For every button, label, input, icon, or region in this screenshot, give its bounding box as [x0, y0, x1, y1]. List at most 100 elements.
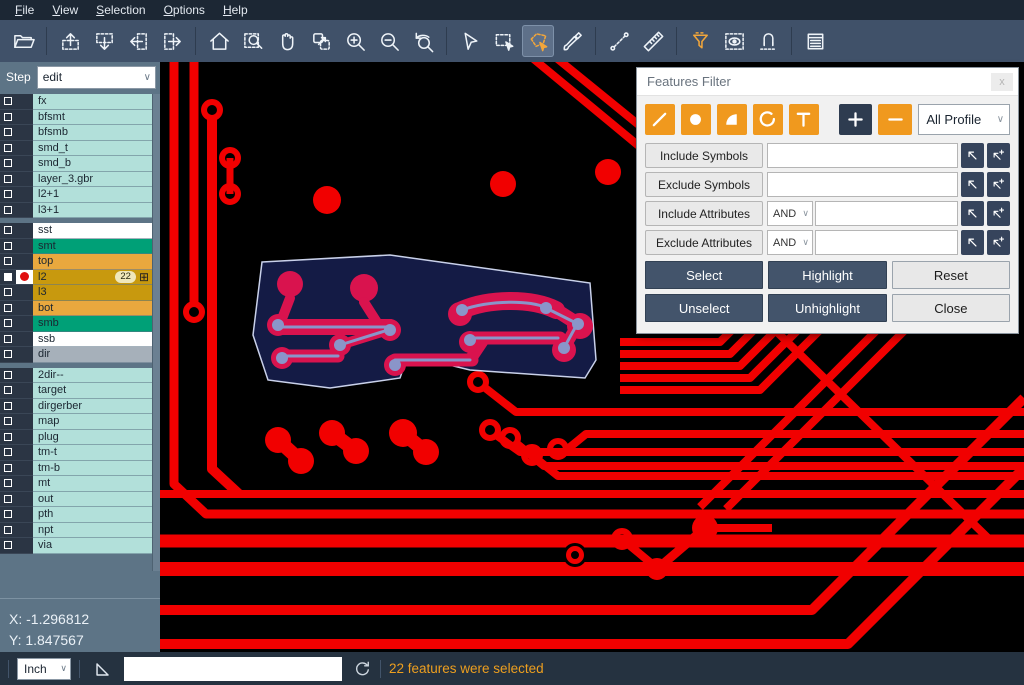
layer-visibility-cell[interactable]: [0, 254, 16, 270]
layer-visibility-cell[interactable]: [0, 203, 16, 219]
select-rect-button[interactable]: [488, 25, 520, 57]
layer-checkbox[interactable]: [4, 128, 12, 136]
select-button[interactable]: Select: [645, 261, 763, 289]
filter-value-input[interactable]: [767, 172, 958, 197]
zoom-home-button[interactable]: [203, 25, 235, 57]
pick-add-from-canvas-button[interactable]: [987, 172, 1010, 197]
pick-from-canvas-button[interactable]: [961, 172, 984, 197]
layer-checkbox[interactable]: [4, 417, 12, 425]
layer-checkbox[interactable]: [4, 288, 12, 296]
layer-name-chip[interactable]: smb: [33, 316, 152, 332]
layer-visibility-cell[interactable]: [0, 316, 16, 332]
layer-checkbox[interactable]: [4, 113, 12, 121]
layer-checkbox[interactable]: [4, 433, 12, 441]
pick-from-canvas-button[interactable]: [961, 201, 984, 226]
pan-left-button[interactable]: [122, 25, 154, 57]
layer-visibility-cell[interactable]: [0, 414, 16, 430]
snap-button[interactable]: [752, 25, 784, 57]
layer-list-scrollbar[interactable]: [152, 94, 160, 571]
layer-name-chip[interactable]: ssb: [33, 332, 152, 348]
layer-active-cell[interactable]: [16, 316, 33, 332]
selection-region[interactable]: [253, 255, 596, 388]
layer-visibility-cell[interactable]: [0, 285, 16, 301]
unselect-button[interactable]: Unselect: [645, 294, 763, 322]
pan-up-button[interactable]: [54, 25, 86, 57]
layer-name-chip[interactable]: sst: [33, 223, 152, 239]
filter-value-input[interactable]: [815, 230, 958, 255]
layer-checkbox[interactable]: [4, 226, 12, 234]
layer-visibility-cell[interactable]: [0, 430, 16, 446]
highlight-button[interactable]: Highlight: [768, 261, 886, 289]
pick-from-canvas-button[interactable]: [961, 230, 984, 255]
dialog-titlebar[interactable]: Features Filter x: [637, 68, 1018, 96]
layer-name-chip[interactable]: l3: [33, 285, 152, 301]
layer-name-chip[interactable]: smt: [33, 239, 152, 255]
pick-from-canvas-button[interactable]: [961, 143, 984, 168]
step-select[interactable]: edit ∨: [37, 66, 156, 89]
layer-active-cell[interactable]: [16, 141, 33, 157]
layer-active-cell[interactable]: [16, 347, 33, 363]
layer-visibility-cell[interactable]: [0, 301, 16, 317]
close-button[interactable]: Close: [892, 294, 1010, 322]
layer-checkbox[interactable]: [4, 479, 12, 487]
command-input[interactable]: [124, 657, 342, 681]
layer-visibility-cell[interactable]: [0, 399, 16, 415]
layer-name-chip[interactable]: target: [33, 383, 152, 399]
layer-active-cell[interactable]: [16, 430, 33, 446]
layer-name-chip[interactable]: 2dir--: [33, 368, 152, 384]
layer-checkbox[interactable]: [4, 144, 12, 152]
feature-type-surface-button[interactable]: [717, 104, 747, 135]
layer-checkbox[interactable]: [4, 371, 12, 379]
pan-down-button[interactable]: [88, 25, 120, 57]
refresh-icon[interactable]: [352, 659, 372, 679]
layer-checkbox[interactable]: [4, 510, 12, 518]
menu-help[interactable]: Help: [214, 1, 257, 19]
menu-view[interactable]: View: [43, 1, 87, 19]
layer-checkbox[interactable]: [4, 206, 12, 214]
layer-visibility-cell[interactable]: [0, 461, 16, 477]
select-brush-button[interactable]: [556, 25, 588, 57]
layer-visibility-cell[interactable]: [0, 492, 16, 508]
menu-selection[interactable]: Selection: [87, 1, 154, 19]
layer-active-cell[interactable]: [16, 332, 33, 348]
filter-value-input[interactable]: [767, 143, 958, 168]
layer-visibility-cell[interactable]: [0, 110, 16, 126]
layers-panel-button[interactable]: [799, 25, 831, 57]
layer-visibility-cell[interactable]: [0, 332, 16, 348]
layer-visibility-cell[interactable]: [0, 538, 16, 554]
layer-name-chip[interactable]: l222⊞: [33, 270, 152, 286]
select-polygon-button[interactable]: [522, 25, 554, 57]
layer-visibility-cell[interactable]: [0, 172, 16, 188]
layer-active-cell[interactable]: [16, 172, 33, 188]
layer-name-chip[interactable]: layer_3.gbr: [33, 172, 152, 188]
feature-type-line-button[interactable]: [645, 104, 675, 135]
layer-checkbox[interactable]: [4, 319, 12, 327]
layer-active-cell[interactable]: [16, 492, 33, 508]
layer-active-cell[interactable]: [16, 538, 33, 554]
features-filter-button[interactable]: [684, 25, 716, 57]
include-attributes-button[interactable]: Include Attributes: [645, 201, 763, 226]
layer-visibility-cell[interactable]: [0, 94, 16, 110]
layer-visibility-cell[interactable]: [0, 383, 16, 399]
layer-visibility-cell[interactable]: [0, 141, 16, 157]
include-symbols-button[interactable]: Include Symbols: [645, 143, 763, 168]
open-file-button[interactable]: [7, 25, 39, 57]
zoom-in-button[interactable]: [339, 25, 371, 57]
layer-checkbox[interactable]: [4, 304, 12, 312]
feature-type-pad-button[interactable]: [681, 104, 711, 135]
layer-name-chip[interactable]: smd_t: [33, 141, 152, 157]
layer-visibility-cell[interactable]: [0, 507, 16, 523]
layer-checkbox[interactable]: [4, 541, 12, 549]
layer-checkbox[interactable]: [4, 526, 12, 534]
profile-select[interactable]: All Profile∨: [918, 104, 1010, 135]
zoom-window-button[interactable]: [237, 25, 269, 57]
layer-checkbox[interactable]: [4, 242, 12, 250]
pick-add-from-canvas-button[interactable]: [987, 230, 1010, 255]
remove-filter-button[interactable]: [878, 104, 912, 135]
menu-options[interactable]: Options: [155, 1, 214, 19]
layer-active-cell[interactable]: [16, 383, 33, 399]
reset-button[interactable]: Reset: [892, 261, 1010, 289]
layer-active-cell[interactable]: [16, 399, 33, 415]
layer-checkbox[interactable]: [4, 386, 12, 394]
layer-active-cell[interactable]: [16, 445, 33, 461]
